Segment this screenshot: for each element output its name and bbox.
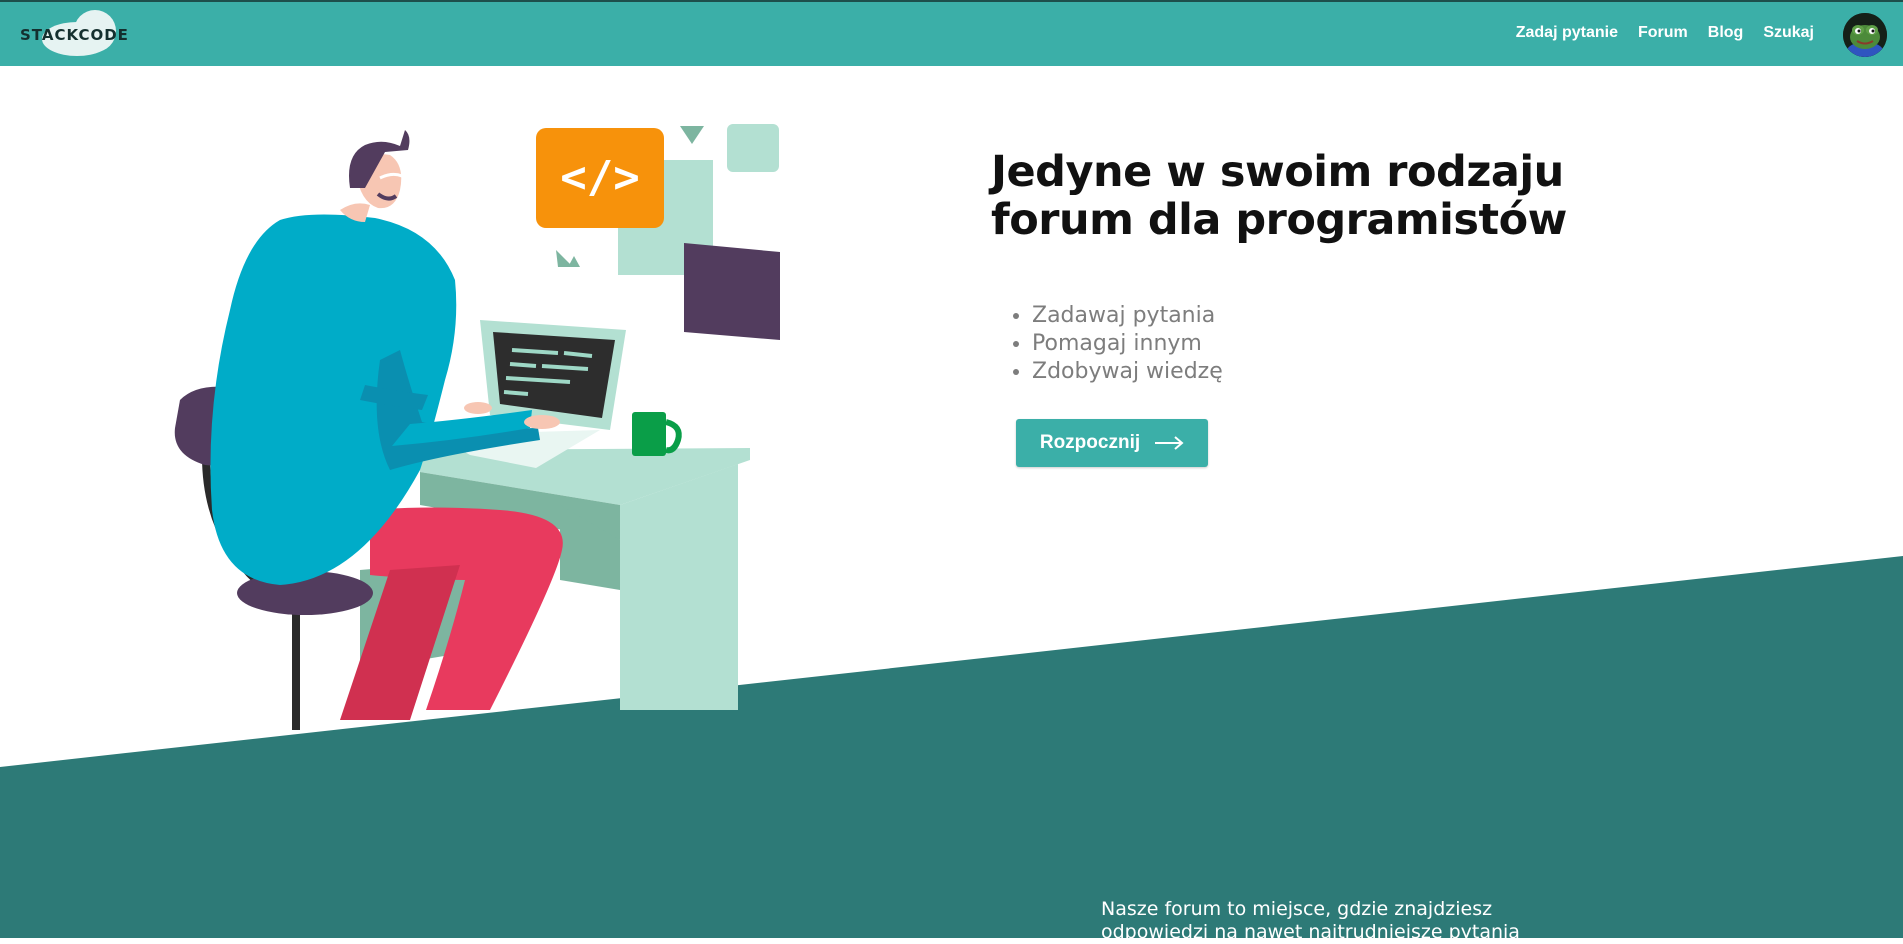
- feature-list: Zadawaj pytania Pomagaj innym Zdobywaj w…: [1010, 302, 1223, 386]
- hand-shape: [524, 415, 560, 429]
- nav-blog[interactable]: Blog: [1708, 24, 1744, 42]
- nav-search[interactable]: Szukaj: [1763, 24, 1814, 42]
- top-navbar: STACKCODE Zadaj pytanie Forum Blog Szuka…: [0, 0, 1903, 66]
- user-avatar[interactable]: [1843, 13, 1887, 57]
- hero-title-line-2: forum dla programistów: [991, 195, 1567, 245]
- logo-text: STACKCODE: [20, 26, 129, 44]
- mint-square-shape: [727, 124, 779, 172]
- mug-icon: [632, 412, 666, 456]
- hero-title: Jedyne w swoim rodzaju forum dla program…: [991, 148, 1691, 244]
- code-badge-text: </>: [560, 152, 639, 203]
- logo[interactable]: STACKCODE: [18, 8, 148, 64]
- about-text: Nasze forum to miejsce, gdzie znajdziesz…: [1101, 898, 1520, 943]
- feature-item: Zadawaj pytania: [1032, 302, 1223, 330]
- frog-avatar-icon: [1843, 13, 1887, 57]
- programmer-illustration: </>: [174, 124, 780, 730]
- chair-post: [292, 600, 300, 730]
- desk-leg: [620, 464, 738, 710]
- hero-title-line-1: Jedyne w swoim rodzaju: [991, 147, 1564, 197]
- arrow-right-icon: [1155, 436, 1184, 450]
- purple-panel-shape: [684, 243, 780, 340]
- nav-forum[interactable]: Forum: [1638, 24, 1688, 42]
- main-nav: Zadaj pytanie Forum Blog Szukaj: [1516, 24, 1814, 42]
- triangle-down-shape: [680, 126, 704, 144]
- get-started-button[interactable]: Rozpocznij: [1016, 419, 1208, 467]
- nav-ask-question[interactable]: Zadaj pytanie: [1516, 24, 1618, 42]
- get-started-label: Rozpocznij: [1039, 432, 1141, 453]
- feature-item: Zdobywaj wiedzę: [1032, 358, 1223, 386]
- laptop-screen: [493, 332, 615, 418]
- feature-item: Pomagaj innym: [1032, 330, 1223, 358]
